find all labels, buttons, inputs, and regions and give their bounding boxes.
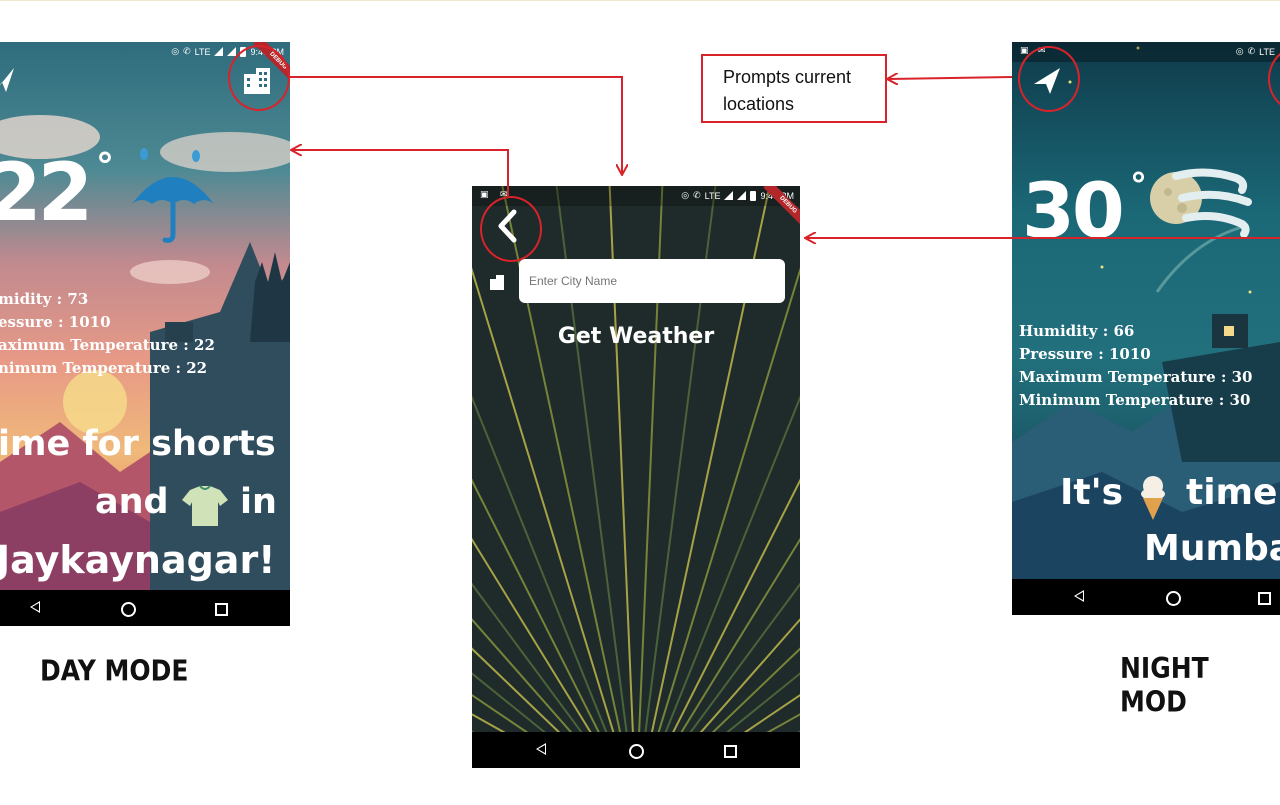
nav-back-button[interactable] — [1074, 590, 1084, 602]
day-mode-phone: ◎ ✆ LTE 9:46 PM DEBUG 22 ° midity : 73 e… — [0, 42, 290, 626]
temperature-value: 22 — [0, 146, 93, 239]
night-mode-phone: ▣ ✉ ◎ ✆ LTE 30 ° Humidity : 66 Pressure … — [1012, 42, 1280, 615]
message-line-1-its: It's — [1060, 472, 1124, 513]
pressure-label: Pressure : 1010 — [1019, 345, 1151, 363]
umbrella-rain-icon — [132, 148, 214, 243]
nav-home-button[interactable] — [629, 744, 644, 759]
night-mode-label: NIGHT MOD — [1120, 651, 1209, 719]
min-temp-label: nimum Temperature : 22 — [0, 359, 208, 377]
annotation-circle-back — [480, 196, 542, 262]
annotation-circle-city — [228, 45, 290, 111]
nav-home-button[interactable] — [1166, 591, 1181, 606]
battery-icon — [750, 190, 757, 201]
wifi-icon: ◎ — [171, 46, 180, 56]
message-line-2-in: in — [240, 482, 277, 522]
callout-line-2: locations — [723, 94, 795, 114]
wifi-icon: ◎ — [681, 190, 690, 200]
message-line-2-and: and — [95, 482, 169, 522]
signal-icon-2 — [227, 47, 237, 56]
nav-back-button[interactable] — [536, 743, 546, 755]
get-weather-button[interactable]: Get Weather — [472, 324, 800, 349]
signal-icon — [724, 191, 734, 200]
message-line-1-time: time — [1186, 472, 1278, 513]
message-line-2: Mumba — [1144, 528, 1280, 569]
humidity-label: Humidity : 66 — [1019, 322, 1135, 340]
tshirt-icon — [182, 485, 228, 526]
signal-icon-2 — [737, 191, 747, 200]
degree-symbol: ° — [96, 146, 114, 187]
degree-symbol: ° — [1130, 166, 1147, 206]
nav-back-button[interactable] — [30, 601, 40, 613]
pressure-label: essure : 1010 — [0, 313, 111, 331]
call-icon: ✆ — [183, 46, 191, 56]
network-type: LTE — [194, 46, 211, 57]
call-icon: ✆ — [693, 190, 701, 200]
nav-recents-button[interactable] — [724, 745, 737, 758]
android-nav-bar — [0, 590, 290, 626]
moon-wind-icon — [1150, 168, 1252, 238]
humidity-label: midity : 73 — [0, 290, 89, 308]
max-temp-label: aximum Temperature : 22 — [0, 336, 215, 354]
signal-icon — [214, 47, 224, 56]
search-screen-phone: ▣ ✉ ◎ ✆ LTE 9:46 PM DEBUG Get Weather — [472, 186, 800, 768]
callout-line-1: Prompts current — [723, 67, 852, 87]
day-mode-label: DAY MODE — [40, 653, 189, 688]
city-icon — [490, 275, 504, 290]
nav-home-button[interactable] — [121, 602, 136, 617]
temperature-value: 30 — [1022, 166, 1125, 255]
network-type: LTE — [704, 190, 721, 201]
gallery-icon: ▣ — [480, 190, 489, 200]
wifi-icon: ◎ — [1235, 46, 1244, 56]
message-line-1: ime for shorts — [0, 424, 276, 464]
top-border — [0, 0, 1280, 1]
prompts-location-callout: Prompts current locations — [701, 54, 887, 123]
message-line-3: Jaykaynagar! — [0, 538, 276, 582]
max-temp-label: Maximum Temperature : 30 — [1019, 368, 1253, 386]
nav-recents-button[interactable] — [1258, 592, 1271, 605]
android-nav-bar — [472, 732, 800, 768]
annotation-circle-location — [1018, 46, 1080, 112]
network-type: LTE — [1259, 46, 1275, 57]
nav-recents-button[interactable] — [215, 603, 228, 616]
ice-cream-icon — [1141, 476, 1165, 520]
min-temp-label: Minimum Temperature : 30 — [1019, 391, 1251, 409]
android-nav-bar — [1012, 579, 1280, 615]
call-icon: ✆ — [1247, 46, 1256, 56]
location-arrow-icon[interactable] — [0, 66, 16, 92]
city-name-input[interactable] — [519, 259, 785, 303]
